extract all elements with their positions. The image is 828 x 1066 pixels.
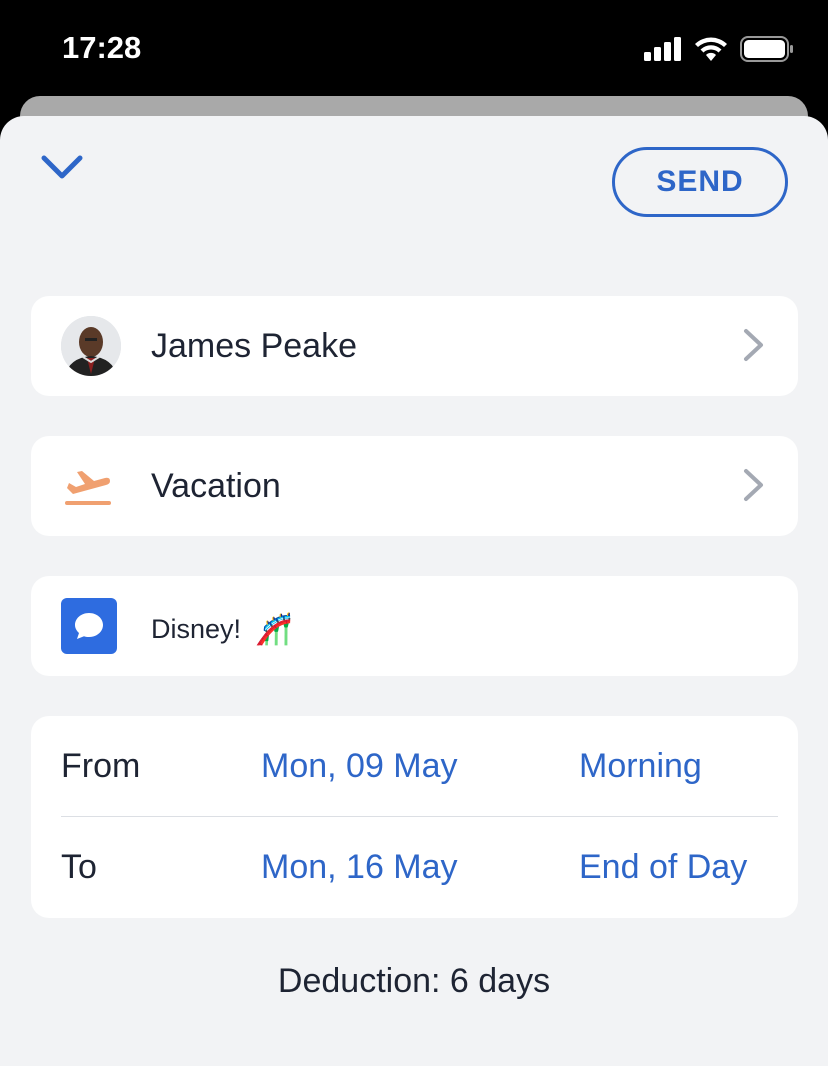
message-bubble-icon [61,598,117,654]
note-message: Disney! [151,614,242,644]
leave-type-row[interactable]: Vacation [31,436,798,536]
status-icons [644,36,794,67]
to-row: To Mon, 16 May End of Day [31,817,798,917]
chevron-right-icon [742,328,766,367]
from-row: From Mon, 09 May Morning [31,716,798,816]
send-button[interactable]: SEND [612,147,788,217]
to-date[interactable]: Mon, 16 May [261,848,458,887]
roller-coaster-emoji: 🎢 [255,613,293,646]
avatar [61,316,121,376]
from-day-part[interactable]: Morning [579,747,702,786]
leave-type-label: Vacation [151,466,281,505]
status-time: 17:28 [62,30,142,65]
status-bar: 17:28 [0,0,828,96]
to-label: To [61,848,97,886]
employee-name: James Peake [151,326,357,365]
from-date[interactable]: Mon, 09 May [261,747,458,786]
note-row[interactable]: Disney! 🎢 [31,576,798,676]
note-text: Disney! 🎢 [151,612,292,647]
wifi-icon [694,37,728,66]
chevron-down-icon [40,154,84,187]
collapse-button[interactable] [38,150,86,190]
date-range-card: From Mon, 09 May Morning To Mon, 16 May … [31,716,798,918]
employee-row[interactable]: James Peake [31,296,798,396]
battery-icon [740,36,794,67]
to-day-part[interactable]: End of Day [579,848,747,887]
chevron-right-icon [742,468,766,507]
from-label: From [61,747,141,785]
airplane-takeoff-icon [63,466,113,513]
cellular-signal-icon [644,37,682,66]
deduction-summary: Deduction: 6 days [277,962,551,1000]
